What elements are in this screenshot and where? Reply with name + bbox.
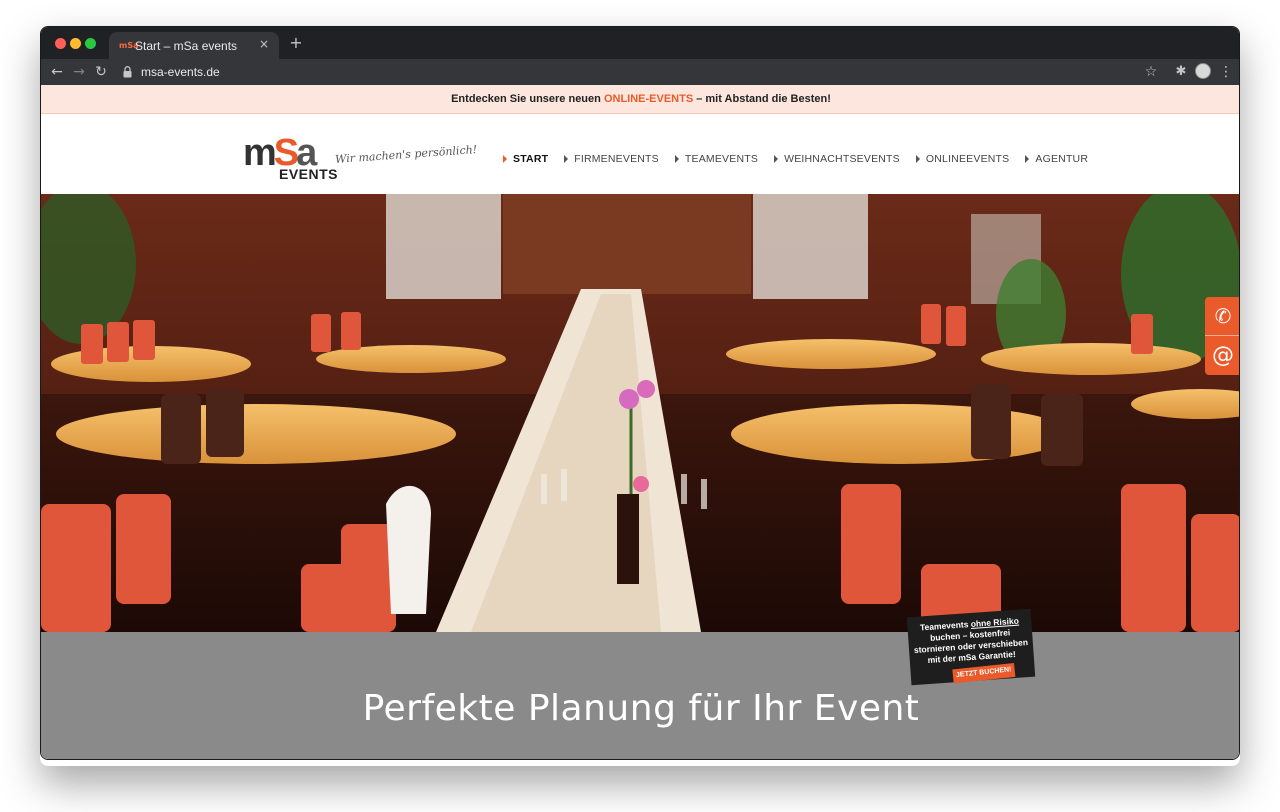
event-hall-photo — [41, 194, 1239, 632]
guarantee-badge[interactable]: Teamevents ohne Risiko buchen – kostenfr… — [906, 608, 1036, 686]
nav-arrow-icon — [674, 155, 679, 163]
reload-button[interactable]: ↻ — [91, 62, 111, 82]
nav-item-agentur[interactable]: AGENTUR — [1025, 150, 1088, 168]
nav-label: FIRMENEVENTS — [574, 153, 659, 165]
forward-button[interactable]: → — [69, 62, 89, 82]
address-bar[interactable]: msa-events.de — [117, 61, 1137, 83]
promo-online-events-link[interactable]: ONLINE-EVENTS — [604, 93, 693, 105]
profile-avatar[interactable] — [1195, 63, 1211, 79]
tab-title: Start – mSa events — [135, 39, 238, 53]
hero-caption: Perfekte Planung für Ihr Event — [362, 688, 920, 729]
favicon-icon: mSa — [119, 41, 139, 50]
close-window-button[interactable] — [55, 38, 66, 49]
nav-arrow-icon — [774, 155, 779, 163]
nav-item-weihnachtsevents[interactable]: WEIHNACHTSEVENTS — [774, 150, 900, 168]
menu-icon[interactable]: ⋮ — [1216, 62, 1236, 82]
nav-arrow-icon — [915, 155, 920, 163]
logo-letter-m: m — [243, 132, 277, 174]
star-icon[interactable]: ☆ — [1141, 62, 1161, 82]
contact-sidebar: ✆ @ — [1205, 297, 1239, 375]
badge-line-1-underlined: ohne Risiko — [970, 615, 1020, 629]
lock-icon — [123, 66, 132, 78]
logo-events-text: EVENTS — [279, 166, 339, 182]
browser-toolbar: ← → ↻ msa-events.de ☆ ✱ ⋮ — [41, 59, 1239, 85]
nav-arrow-icon — [564, 155, 569, 163]
maximize-window-button[interactable] — [85, 38, 96, 49]
nav-item-start[interactable]: START — [503, 150, 548, 168]
promo-banner[interactable]: Entdecken Sie unsere neuen ONLINE-EVENTS… — [41, 85, 1239, 114]
tab-bar: mSa Start – mSa events × + — [41, 27, 1239, 59]
promo-text-after: – mit Abstand die Besten! — [693, 93, 831, 105]
nav-arrow-icon — [1025, 155, 1030, 163]
nav-label: TEAMEVENTS — [684, 153, 759, 165]
back-button[interactable]: ← — [47, 62, 67, 82]
extensions-icon[interactable]: ✱ — [1171, 62, 1191, 82]
nav-label: ONLINEEVENTS — [925, 153, 1010, 165]
nav-item-onlineevents[interactable]: ONLINEEVENTS — [915, 150, 1010, 168]
url-text: msa-events.de — [141, 65, 220, 79]
nav-item-teamevents[interactable]: TEAMEVENTS — [674, 150, 759, 168]
nav-label: WEIHNACHTSEVENTS — [784, 153, 900, 165]
browser-tab[interactable]: mSa Start – mSa events × — [109, 32, 279, 59]
mail-icon[interactable]: @ — [1205, 336, 1239, 375]
site-logo[interactable]: mSa EVENTS Wir machen's persönlich! — [243, 132, 478, 184]
logo-tagline: Wir machen's persönlich! — [334, 143, 478, 166]
browser-window: mSa Start – mSa events × + ← → ↻ msa-eve… — [40, 26, 1240, 760]
minimize-window-button[interactable] — [70, 38, 81, 49]
nav-label: AGENTUR — [1035, 153, 1089, 165]
main-navigation: START FIRMENEVENTS TEAMEVENTS WEIHNACHTS… — [503, 150, 1104, 168]
promo-text-before: Entdecken Sie unsere neuen — [451, 93, 604, 105]
nav-item-firmenevents[interactable]: FIRMENEVENTS — [564, 150, 659, 168]
nav-arrow-icon — [503, 155, 507, 163]
phone-icon[interactable]: ✆ — [1205, 297, 1239, 336]
new-tab-button[interactable]: + — [287, 34, 305, 52]
nav-label: START — [513, 153, 549, 165]
site-header: mSa EVENTS Wir machen's persönlich! STAR… — [41, 114, 1239, 194]
web-page: Entdecken Sie unsere neuen ONLINE-EVENTS… — [41, 85, 1239, 759]
close-tab-icon[interactable]: × — [257, 37, 271, 51]
screen: mSa Start – mSa events × + ← → ↻ msa-eve… — [0, 0, 1280, 812]
hero-slider[interactable] — [41, 194, 1239, 632]
